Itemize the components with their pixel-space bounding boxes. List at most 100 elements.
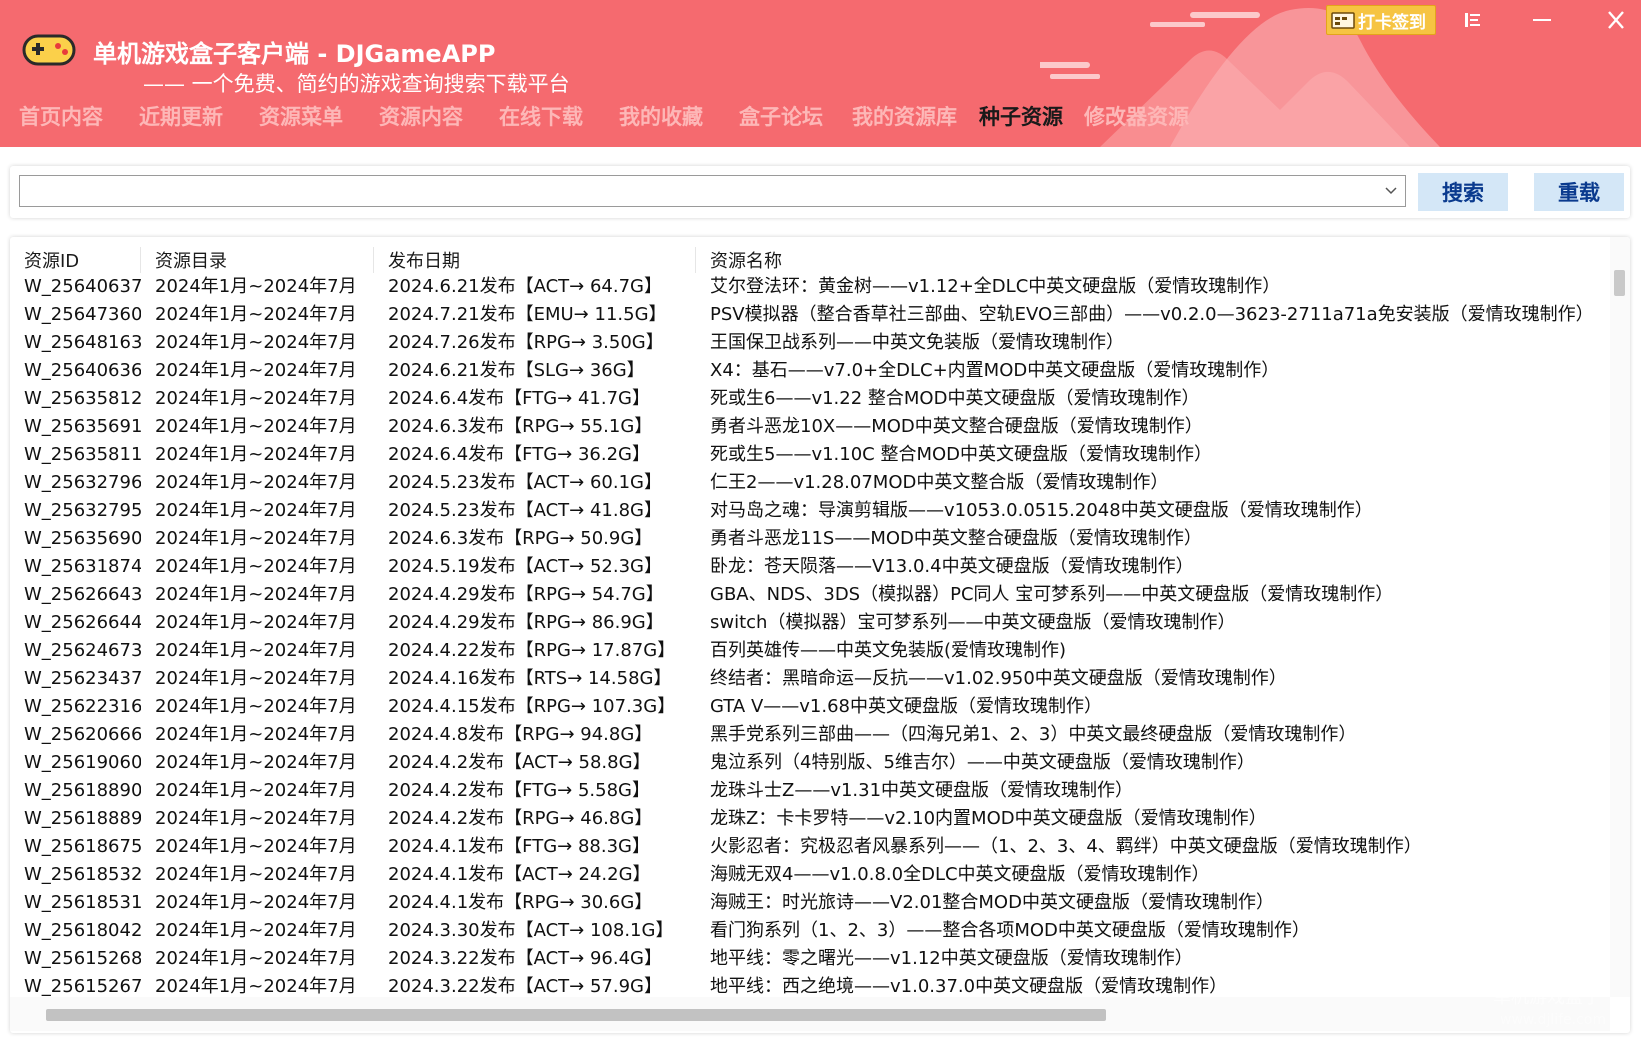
vertical-scrollbar[interactable] [1610,237,1630,997]
table-row[interactable]: W_25640636 2024年1月~2024年7月 2024.6.21发布【SLG… [10,357,1610,385]
table-row[interactable]: W_25620666 2024年1月~2024年7月 2024.4.8发布【RPG→… [10,721,1610,749]
cell-resource-id: W_25647360 [24,304,141,325]
table-row[interactable]: W_25623437 2024年1月~2024年7月 2024.4.16发布【RTS… [10,665,1610,693]
cell-directory: 2024年1月~2024年7月 [155,948,357,969]
table-row[interactable]: W_25624673 2024年1月~2024年7月 2024.4.22发布【RPG… [10,637,1610,665]
cell-resource-id: W_25615268 [24,948,141,969]
cell-release-date: 2024.4.8发布【RPG→ 94.8G】 [388,724,653,745]
cell-resource-id: W_25631874 [24,556,141,577]
horizontal-scrollbar[interactable] [10,997,1610,1031]
nav-item-resource-menu[interactable]: 资源菜单 [259,102,343,132]
menu-button[interactable] [1455,5,1491,35]
cell-resource-id: W_25640637 [24,276,141,297]
nav-item-favorites[interactable]: 我的收藏 [619,102,703,132]
cell-resource-name: 海贼无双4——v1.0.8.0全DLC中英文硬盘版（爱情玫瑰制作） [710,864,1210,885]
table-row[interactable]: W_25618532 2024年1月~2024年7月 2024.4.1发布【ACT→… [10,861,1610,889]
table-header: 资源ID 资源目录 发布日期 资源名称 [10,237,1610,273]
table-row[interactable]: W_25615268 2024年1月~2024年7月 2024.3.22发布【ACT… [10,945,1610,973]
nav-item-home[interactable]: 首页内容 [19,102,103,132]
nav-item-online-download[interactable]: 在线下载 [499,102,583,132]
table-row[interactable]: W_25635691 2024年1月~2024年7月 2024.6.3发布【RPG→… [10,413,1610,441]
cell-resource-name: 卧龙：苍天陨落——V13.0.4中英文硬盘版（爱情玫瑰制作） [710,556,1194,577]
cell-resource-name: X4：基石——v7.0+全DLC+内置MOD中英文硬盘版（爱情玫瑰制作） [710,360,1280,381]
table-row[interactable]: W_25635812 2024年1月~2024年7月 2024.6.4发布【FTG→… [10,385,1610,413]
cell-release-date: 2024.4.29发布【RPG→ 54.7G】 [388,584,664,605]
cell-directory: 2024年1月~2024年7月 [155,612,357,633]
cell-release-date: 2024.4.29发布【RPG→ 86.9G】 [388,612,664,633]
search-button[interactable]: 搜索 [1418,173,1508,211]
cell-directory: 2024年1月~2024年7月 [155,668,357,689]
cell-release-date: 2024.4.16发布【RTS→ 14.58G】 [388,668,672,689]
cell-release-date: 2024.4.2发布【FTG→ 5.58G】 [388,780,650,801]
cell-release-date: 2024.4.1发布【ACT→ 24.2G】 [388,864,651,885]
cell-resource-name: 海贼王：时光旅诗——V2.01整合MOD中英文硬盘版（爱情玫瑰制作） [710,892,1274,913]
cell-directory: 2024年1月~2024年7月 [155,892,357,913]
table-row[interactable]: W_25618890 2024年1月~2024年7月 2024.4.2发布【FTG→… [10,777,1610,805]
nav-item-my-library[interactable]: 我的资源库 [852,102,957,132]
cell-directory: 2024年1月~2024年7月 [155,500,357,521]
nav-item-recent-updates[interactable]: 近期更新 [139,102,223,132]
search-combobox[interactable] [19,175,1406,207]
cell-resource-name: 看门狗系列（1、2、3）——整合各项MOD中英文硬盘版（爱情玫瑰制作） [710,920,1310,941]
cell-release-date: 2024.4.2发布【ACT→ 58.8G】 [388,752,651,773]
table-row[interactable]: W_25632796 2024年1月~2024年7月 2024.5.23发布【ACT… [10,469,1610,497]
cell-resource-name: 勇者斗恶龙10X——MOD中英文整合硬盘版（爱情玫瑰制作） [710,416,1203,437]
cell-directory: 2024年1月~2024年7月 [155,920,357,941]
app-subtitle: —— 一个免费、简约的游戏查询搜索下载平台 [143,72,570,96]
cell-release-date: 2024.6.3发布【RPG→ 50.9G】 [388,528,653,549]
main-nav: 首页内容 近期更新 资源菜单 资源内容 在线下载 我的收藏 盒子论坛 我的资源库… [0,102,1241,136]
nav-item-torrents[interactable]: 种子资源 [979,102,1063,132]
table-row[interactable]: W_25635690 2024年1月~2024年7月 2024.6.3发布【RPG→… [10,525,1610,553]
cell-directory: 2024年1月~2024年7月 [155,640,357,661]
cell-resource-name: PSV模拟器（整合香草社三部曲、空轨EVO三部曲）——v0.2.0—3623-2… [710,304,1594,325]
cell-resource-id: W_25635691 [24,416,141,437]
table-row[interactable]: W_25618889 2024年1月~2024年7月 2024.4.2发布【RPG→… [10,805,1610,833]
column-header-date[interactable]: 发布日期 [374,247,696,273]
horizontal-scroll-thumb[interactable] [46,1009,1106,1021]
cell-resource-id: W_25624673 [24,640,141,661]
table-row[interactable]: W_25648163 2024年1月~2024年7月 2024.7.26发布【RPG… [10,329,1610,357]
cell-directory: 2024年1月~2024年7月 [155,416,357,437]
cell-resource-name: switch（模拟器）宝可梦系列——中英文硬盘版（爱情玫瑰制作） [710,612,1236,633]
cell-release-date: 2024.6.4发布【FTG→ 36.2G】 [388,444,650,465]
table-row[interactable]: W_25618675 2024年1月~2024年7月 2024.4.1发布【FTG→… [10,833,1610,861]
cell-release-date: 2024.4.2发布【RPG→ 46.8G】 [388,808,653,829]
table-row[interactable]: W_25631874 2024年1月~2024年7月 2024.5.19发布【ACT… [10,553,1610,581]
cell-resource-name: 勇者斗恶龙11S——MOD中英文整合硬盘版（爱情玫瑰制作） [710,528,1202,549]
cell-directory: 2024年1月~2024年7月 [155,752,357,773]
table-row[interactable]: W_25635811 2024年1月~2024年7月 2024.6.4发布【FTG→… [10,441,1610,469]
checkin-button[interactable]: 打卡签到 [1326,5,1436,35]
cell-directory: 2024年1月~2024年7月 [155,584,357,605]
cell-release-date: 2024.4.15发布【RPG→ 107.3G】 [388,696,676,717]
vertical-scroll-thumb[interactable] [1614,270,1625,296]
minimize-button[interactable] [1524,5,1560,35]
chevron-down-icon[interactable] [1385,187,1397,195]
cell-resource-id: W_25623437 [24,668,141,689]
cell-release-date: 2024.7.21发布【EMU→ 11.5G】 [388,304,667,325]
table-row[interactable]: W_25622316 2024年1月~2024年7月 2024.4.15发布【RPG… [10,693,1610,721]
cell-directory: 2024年1月~2024年7月 [155,696,357,717]
table-row[interactable]: W_25640637 2024年1月~2024年7月 2024.6.21发布【ACT… [10,273,1610,301]
column-header-id[interactable]: 资源ID [10,247,141,273]
cell-release-date: 2024.5.23发布【ACT→ 60.1G】 [388,472,662,493]
close-button[interactable] [1598,5,1634,35]
cell-directory: 2024年1月~2024年7月 [155,836,357,857]
table-row[interactable]: W_25632795 2024年1月~2024年7月 2024.5.23发布【ACT… [10,497,1610,525]
table-row[interactable]: W_25626644 2024年1月~2024年7月 2024.4.29发布【RPG… [10,609,1610,637]
watermark-url: www.djlife.com [1500,1012,1606,1028]
table-row[interactable]: W_25618531 2024年1月~2024年7月 2024.4.1发布【RPG→… [10,889,1610,917]
table-row[interactable]: W_25618042 2024年1月~2024年7月 2024.3.30发布【ACT… [10,917,1610,945]
table-row[interactable]: W_25647360 2024年1月~2024年7月 2024.7.21发布【EMU… [10,301,1610,329]
table-row[interactable]: W_25619060 2024年1月~2024年7月 2024.4.2发布【ACT→… [10,749,1610,777]
nav-item-resource-content[interactable]: 资源内容 [379,102,463,132]
table-row[interactable]: W_25626643 2024年1月~2024年7月 2024.4.29发布【RPG… [10,581,1610,609]
cell-release-date: 2024.6.21发布【ACT→ 64.7G】 [388,276,662,297]
reload-button[interactable]: 重载 [1534,173,1624,211]
column-header-name[interactable]: 资源名称 [696,247,1610,273]
nav-item-trainers[interactable]: 修改器资源 [1084,102,1189,132]
cell-resource-id: W_25632795 [24,500,141,521]
search-panel: 搜索 重载 [10,166,1630,218]
column-header-directory[interactable]: 资源目录 [141,247,374,273]
cell-directory: 2024年1月~2024年7月 [155,864,357,885]
nav-item-forum[interactable]: 盒子论坛 [739,102,823,132]
